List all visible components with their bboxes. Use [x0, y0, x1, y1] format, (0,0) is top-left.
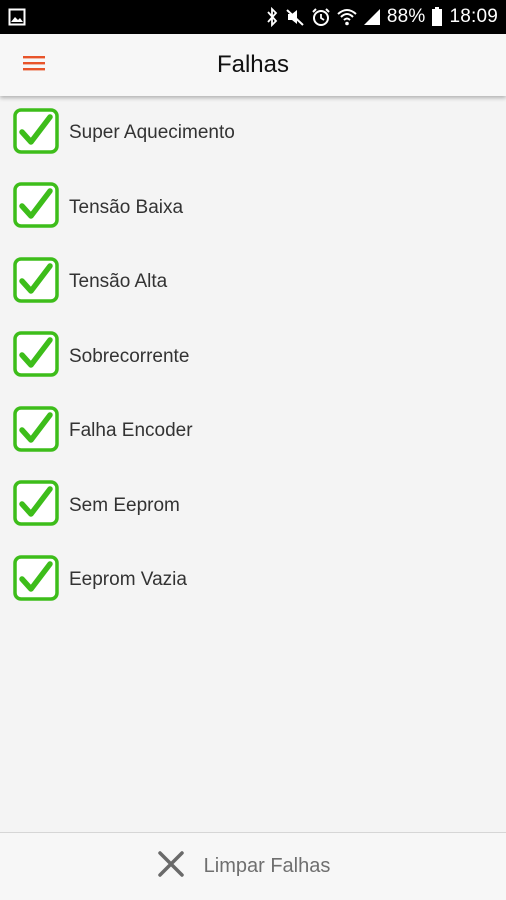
clear-faults-button[interactable]: Limpar Falhas — [0, 832, 506, 900]
status-bar: 88% 18:09 — [0, 0, 506, 34]
checkbox-checked-icon[interactable] — [13, 555, 59, 606]
fault-item-label: Tensão Alta — [69, 271, 168, 293]
alarm-icon — [311, 7, 331, 27]
fault-item[interactable]: Tensão Baixa — [0, 171, 506, 246]
fault-item[interactable]: Falha Encoder — [0, 394, 506, 469]
fault-item-label: Tensão Baixa — [69, 196, 184, 218]
fault-list: Super Aquecimento Tensão Baixa Tensão Alta… — [0, 96, 506, 618]
fault-item-label: Falha Encoder — [69, 420, 193, 442]
clear-faults-label: Limpar Falhas — [203, 855, 331, 877]
fault-item[interactable]: Tensão Alta — [0, 245, 506, 320]
close-x-icon[interactable] — [157, 849, 204, 884]
checkbox-checked-icon[interactable] — [13, 108, 59, 159]
fault-item[interactable]: Sobrecorrente — [0, 320, 506, 395]
status-bar-right: 88% 18:09 — [265, 6, 498, 28]
fault-item[interactable]: Eeprom Vazia — [0, 543, 506, 618]
bluetooth-icon — [265, 7, 279, 27]
checkbox-checked-icon[interactable] — [13, 406, 59, 457]
image-icon — [8, 8, 26, 26]
status-bar-left — [8, 8, 26, 26]
wifi-icon — [337, 8, 357, 26]
signal-icon — [363, 8, 381, 26]
fault-item-label: Super Aquecimento — [69, 122, 235, 144]
battery-percent: 88% — [386, 6, 426, 27]
checkbox-checked-icon[interactable] — [13, 182, 59, 233]
page-title: Falhas — [216, 51, 290, 78]
fault-item-label: Sobrecorrente — [69, 345, 190, 367]
battery-icon — [431, 7, 443, 27]
fault-item-label: Eeprom Vazia — [69, 569, 187, 591]
checkbox-checked-icon[interactable] — [13, 257, 59, 308]
fault-item-label: Sem Eeprom — [69, 494, 180, 516]
mute-icon — [285, 7, 305, 27]
clock: 18:09 — [449, 6, 498, 27]
fault-item[interactable]: Sem Eeprom — [0, 469, 506, 544]
checkbox-checked-icon[interactable] — [13, 480, 59, 531]
app-bar: Falhas — [0, 34, 506, 96]
checkbox-checked-icon[interactable] — [13, 331, 59, 382]
fault-item[interactable]: Super Aquecimento — [0, 96, 506, 171]
